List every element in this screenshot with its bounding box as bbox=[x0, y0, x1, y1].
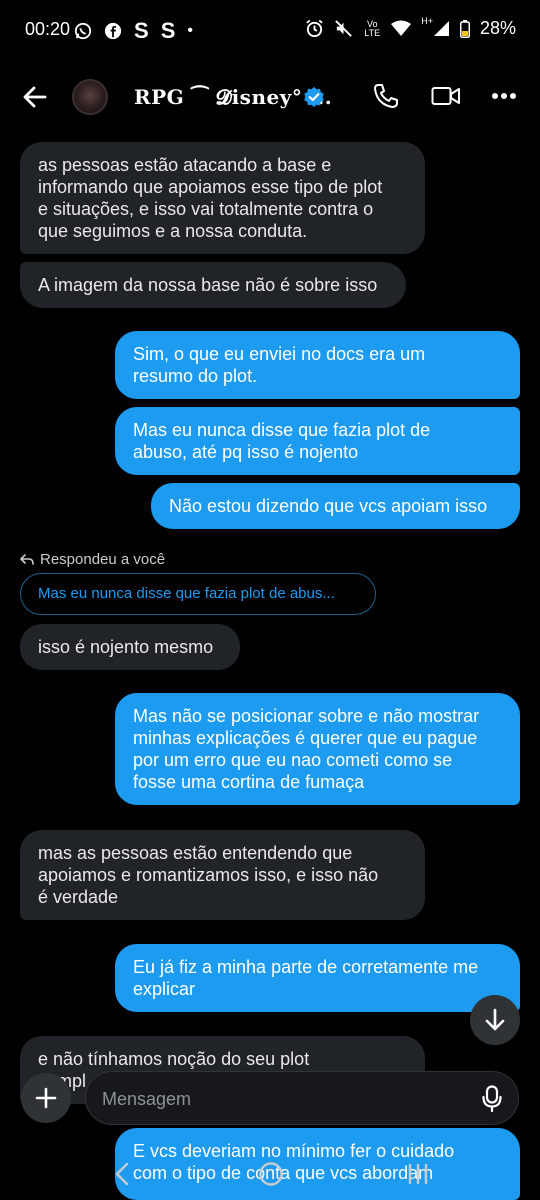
message-composer bbox=[0, 1070, 540, 1126]
arrow-down-icon bbox=[485, 1008, 505, 1031]
phone-icon[interactable] bbox=[372, 82, 400, 110]
battery-percentage: 28% bbox=[479, 18, 516, 38]
network-label: Vo LTE bbox=[364, 18, 381, 38]
more-options-icon[interactable] bbox=[491, 92, 517, 100]
facebook-icon bbox=[104, 22, 122, 40]
replied-label-text: Respondeu a você bbox=[40, 551, 166, 568]
quoted-message[interactable]: Mas eu nunca disse que fazia plot de abu… bbox=[20, 573, 376, 615]
more-notifications-dot: • bbox=[187, 22, 193, 39]
wifi-icon bbox=[391, 20, 412, 36]
message-outgoing[interactable]: Mas eu nunca disse que fazia plot de abu… bbox=[115, 407, 520, 475]
mute-icon bbox=[335, 20, 352, 37]
microphone-icon[interactable] bbox=[482, 1085, 502, 1113]
message-incoming[interactable]: isso é nojento mesmo bbox=[20, 624, 240, 670]
s-app-icon: S bbox=[134, 18, 149, 43]
conversation-header: RPG ⁀ 𝓓isney° ... bbox=[0, 62, 540, 132]
avatar[interactable] bbox=[72, 79, 108, 115]
message-outgoing[interactable]: Sim, o que eu enviei no docs era um resu… bbox=[115, 331, 520, 399]
dm-conversation-screen: 00:20 S S • Vo LTE H+ 28% RPG ⁀ 𝓓isney° … bbox=[0, 0, 540, 1200]
message-input[interactable] bbox=[100, 1072, 464, 1126]
add-attachment-button[interactable] bbox=[21, 1073, 71, 1123]
system-navigation-bar bbox=[0, 1150, 540, 1200]
message-input-container bbox=[85, 1071, 519, 1126]
reply-icon bbox=[20, 553, 34, 565]
nav-back-icon[interactable] bbox=[114, 1162, 130, 1186]
message-outgoing[interactable]: Eu já fiz a minha parte de corretamente … bbox=[115, 944, 520, 1012]
replied-label: Respondeu a você bbox=[20, 551, 165, 568]
message-incoming[interactable]: A imagem da nossa base não é sobre isso bbox=[20, 262, 406, 308]
back-arrow-icon[interactable] bbox=[20, 82, 50, 112]
signal-icon bbox=[433, 21, 449, 36]
status-bar: 00:20 S S • Vo LTE H+ 28% bbox=[0, 0, 540, 60]
message-incoming[interactable]: as pessoas estão atacando a base e infor… bbox=[20, 142, 425, 254]
status-time: 00:20 bbox=[25, 19, 71, 39]
verified-badge-icon bbox=[304, 87, 324, 107]
scroll-to-bottom-button[interactable] bbox=[470, 995, 520, 1045]
s-app-icon-2: S bbox=[160, 18, 176, 43]
nav-recents-icon[interactable] bbox=[407, 1163, 429, 1185]
notification-icons: S S • bbox=[74, 18, 193, 44]
nav-home-icon[interactable] bbox=[258, 1161, 284, 1187]
message-outgoing[interactable]: Mas não se posicionar sobre e não mostra… bbox=[115, 693, 520, 805]
battery-icon bbox=[459, 19, 470, 38]
message-outgoing[interactable]: Não estou dizendo que vcs apoiam isso bbox=[151, 483, 520, 529]
plus-icon bbox=[35, 1087, 57, 1109]
signal-type: H+ bbox=[421, 15, 433, 26]
whatsapp-icon bbox=[74, 22, 92, 40]
alarm-icon bbox=[306, 19, 323, 38]
video-call-icon[interactable] bbox=[431, 84, 461, 108]
message-incoming[interactable]: mas as pessoas estão entendendo que apoi… bbox=[20, 830, 425, 920]
system-icons: Vo LTE H+ 28% bbox=[305, 15, 516, 39]
